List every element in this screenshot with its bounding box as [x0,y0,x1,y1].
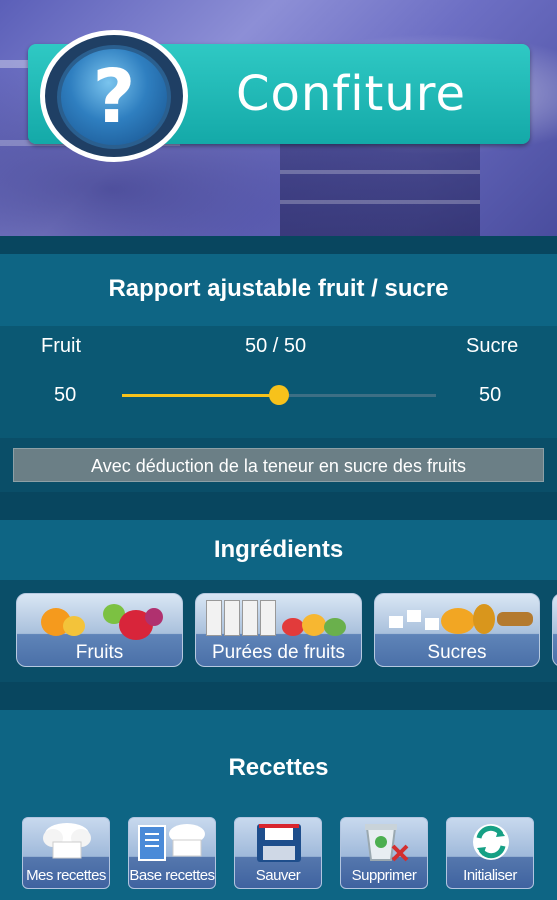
ingredient-card-fruit-purees[interactable]: Purées de fruits [195,593,362,667]
help-button[interactable]: ? [40,30,188,162]
fruit-label: Fruit [41,335,81,357]
ingredient-card-label: Purées de fruits [211,642,346,663]
sugars-image [381,598,533,640]
recipe-base-button[interactable]: Base recettes [128,817,216,889]
button-label: Supprimer [351,867,417,884]
header-banner: Confiture ? [0,0,557,236]
reset-button[interactable]: Initialiser [446,817,534,889]
divider [0,682,557,710]
chef-hat-icon [23,820,109,864]
button-label: Initialiser [463,867,517,884]
save-button[interactable]: Sauver [234,817,322,889]
save-disk-icon [235,820,321,864]
delete-button[interactable]: Supprimer [340,817,428,889]
help-symbol: ? [92,54,136,140]
ingredients-section-title: Ingrédients [213,536,344,563]
refresh-icon [447,820,533,864]
fruit-puree-image [202,598,355,640]
sugar-deduction-toggle[interactable]: Avec déduction de la teneur en sucre des… [13,448,544,482]
fruit-value: 50 [54,384,77,406]
ratio-section-title: Rapport ajustable fruit / sucre [108,275,449,302]
ratio-slider-handle[interactable] [269,385,289,405]
ratio-slider-fill [122,394,279,397]
recipe-book-icon [129,820,215,864]
fruits-image [23,598,176,640]
ingredient-card-partial[interactable] [552,593,557,667]
ingredient-card-label: Sucres [427,642,487,663]
ingredient-card-sugars[interactable]: Sucres [374,593,540,667]
delete-bin-icon [341,820,427,864]
button-label: Base recettes [129,867,215,884]
divider [0,236,557,254]
ingredient-card-fruits[interactable]: Fruits [16,593,183,667]
divider [0,492,557,520]
app-title: Confiture [236,66,466,122]
ratio-readout: 50 / 50 [245,335,307,357]
ingredient-card-label: Fruits [75,642,124,663]
button-label: Mes recettes [26,867,106,884]
recipes-section-title: Recettes [228,754,329,781]
sugar-value: 50 [479,384,502,406]
my-recipes-button[interactable]: Mes recettes [22,817,110,889]
sugar-label: Sucre [466,335,519,357]
button-label: Sauver [255,867,301,884]
